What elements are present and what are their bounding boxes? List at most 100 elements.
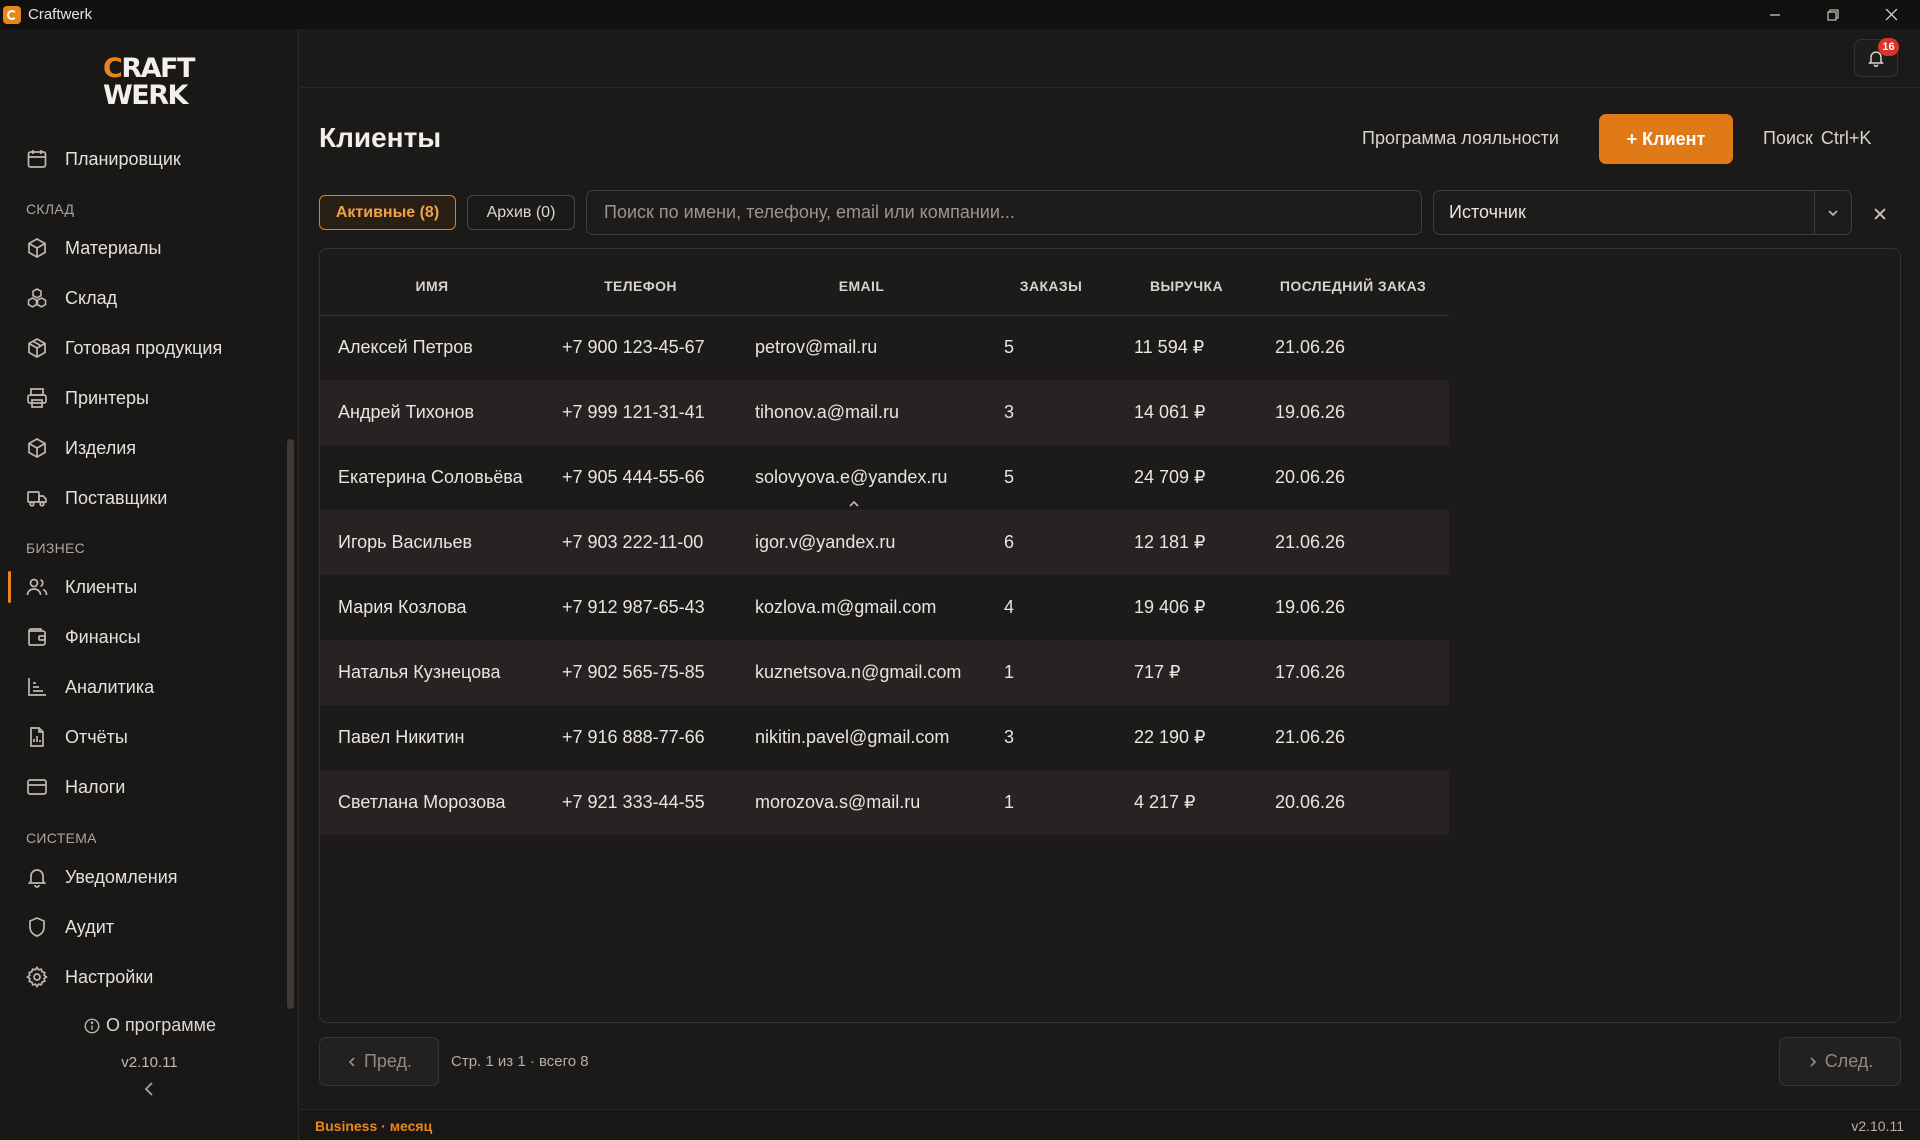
table-row[interactable]: Наталья Кузнецова +7 902 565-75-85 kuzne… [320, 640, 1449, 705]
client-search-input[interactable] [586, 190, 1422, 235]
cell-revenue: 4 217 ₽ [1116, 770, 1257, 835]
column-header-phone[interactable]: ТЕЛЕФОН [544, 249, 737, 316]
source-select-value: Источник [1449, 202, 1526, 222]
sidebar-item-products[interactable]: Изделия [8, 428, 288, 468]
column-header-email[interactable]: EMAIL [737, 249, 986, 316]
table-row[interactable]: Алексей Петров +7 900 123-45-67 petrov@m… [320, 315, 1449, 380]
cell-name: Наталья Кузнецова [320, 640, 544, 705]
cell-email: kozlova.m@gmail.com [755, 597, 937, 617]
notifications-button[interactable]: 16 [1854, 38, 1899, 77]
sidebar-item-audit[interactable]: Аудит [8, 907, 288, 947]
about-link[interactable]: О программе [0, 1015, 299, 1036]
page-title: Клиенты [319, 122, 442, 153]
source-select[interactable]: Источник [1433, 190, 1852, 235]
gear-icon [26, 966, 48, 989]
cell-phone: +7 902 565-75-85 [544, 640, 737, 705]
cell-name: Екатерина Соловьёва [338, 467, 523, 487]
sidebar-item-label: Настройки [65, 966, 154, 987]
app-icon [3, 5, 21, 24]
table-row[interactable]: Игорь Васильев +7 903 222-11-00 igor.v@y… [320, 510, 1449, 575]
table-row[interactable]: Екатерина Соловьёва +7 905 444-55-66 sol… [320, 445, 1449, 510]
section-title-warehouse: СКЛАД [26, 201, 75, 217]
sidebar-scrollbar[interactable] [287, 439, 294, 1009]
cell-name: Андрей Тихонов [320, 380, 544, 445]
sidebar-item-settings[interactable]: Настройки [8, 957, 288, 997]
cell-orders: 3 [1004, 727, 1015, 747]
cell-orders: 6 [986, 510, 1116, 575]
sidebar-item-printers[interactable]: Принтеры [8, 378, 288, 418]
sidebar-item-analytics[interactable]: Аналитика [8, 667, 288, 707]
next-page-button[interactable]: След. [1779, 1037, 1901, 1086]
sidebar-item-label: Материалы [65, 237, 162, 258]
column-header-last-order[interactable]: ПОСЛЕДНИЙ ЗАКАЗ [1257, 249, 1449, 316]
column-header-name[interactable]: ИМЯ [320, 249, 544, 316]
about-label: О программе [105, 1015, 217, 1035]
section-title-system: СИСТЕМА [26, 830, 97, 846]
window-titlebar: Craftwerk [0, 0, 1920, 29]
sidebar-item-planner[interactable]: Планировщик [8, 139, 288, 179]
close-icon [1885, 8, 1897, 21]
sidebar-item-suppliers[interactable]: Поставщики [8, 478, 288, 518]
cell-name: Мария Козлова [338, 597, 467, 617]
cell-email: kuznetsova.n@gmail.com [737, 640, 986, 705]
cube-icon [28, 438, 46, 458]
source-dropdown-toggle[interactable] [1814, 191, 1851, 234]
sidebar-item-label: Изделия [65, 437, 137, 458]
sidebar-item-label: Склад [65, 287, 118, 308]
table-row[interactable]: Мария Козлова +7 912 987-65-43 kozlova.m… [320, 575, 1449, 640]
global-search-button[interactable]: Поиск Ctrl+K [1763, 128, 1871, 149]
next-page-label: След. [1824, 1051, 1874, 1071]
chevron-left-icon [348, 1056, 355, 1067]
brand-logo[interactable]: CRAFT WERK [103, 55, 199, 111]
cell-email: tihonov.a@mail.ru [737, 380, 986, 445]
cell-name: Игорь Васильев [320, 510, 544, 575]
sidebar-item-label: Поставщики [65, 487, 168, 508]
column-header-orders[interactable]: ЗАКАЗЫ [986, 249, 1116, 316]
clients-table: ИМЯ ТЕЛЕФОН EMAIL ЗАКАЗЫ ВЫРУЧКА ПОСЛЕДН… [320, 249, 1449, 835]
cell-last-order: 17.06.26 [1257, 640, 1449, 705]
cell-email: petrov@mail.ru [755, 337, 878, 358]
chart-icon [28, 678, 46, 696]
column-header-revenue[interactable]: ВЫРУЧКА [1116, 249, 1257, 316]
section-title-business: БИЗНЕС [26, 540, 86, 556]
sidebar-version: v2.10.11 [121, 1054, 178, 1071]
collapse-sidebar-icon[interactable] [140, 1079, 160, 1099]
notifications-badge: 16 [1878, 38, 1899, 56]
sidebar-item-label: Готовая продукция [65, 337, 223, 358]
report-icon [30, 727, 44, 747]
clear-filters-icon[interactable] [1871, 205, 1889, 223]
sidebar-item-clients[interactable]: Клиенты [8, 567, 288, 607]
cell-last-order: 20.06.26 [1275, 467, 1346, 487]
add-client-button[interactable]: + Клиент [1599, 114, 1733, 164]
cell-email: igor.v@yandex.ru [737, 510, 986, 575]
tab-archive[interactable]: Архив (0) [467, 195, 575, 230]
pagination-info: Стр. 1 из 1 · всего 8 [451, 1053, 589, 1070]
restore-button[interactable] [1804, 0, 1862, 29]
sidebar-item-taxes[interactable]: Налоги [8, 767, 288, 807]
sidebar-item-warehouse[interactable]: Склад [8, 278, 288, 318]
chevron-right-icon [1810, 1056, 1816, 1067]
search-hint-label: Поиск [1763, 128, 1813, 148]
sidebar-item-label: Аналитика [65, 676, 155, 697]
minimize-button[interactable] [1746, 0, 1804, 29]
table-row[interactable]: Светлана Морозова +7 921 333-44-55 moroz… [320, 770, 1449, 835]
box-icon [28, 238, 46, 258]
tab-active-clients[interactable]: Активные (8) [319, 195, 456, 230]
sidebar-item-reports[interactable]: Отчёты [8, 717, 288, 757]
loyalty-program-link[interactable]: Программа лояльности [1362, 128, 1559, 149]
table-row[interactable]: Андрей Тихонов +7 999 121-31-41 tihonov.… [320, 380, 1449, 445]
sidebar-item-finished-goods[interactable]: Готовая продукция [8, 328, 288, 368]
cell-revenue: 717 ₽ [1116, 640, 1257, 705]
close-window-button[interactable] [1862, 0, 1920, 29]
plan-label[interactable]: Business · месяц [315, 1118, 432, 1134]
cell-orders: 5 [1004, 467, 1015, 487]
cell-last-order: 21.06.26 [1275, 337, 1346, 358]
sidebar-item-notifications[interactable]: Уведомления [8, 857, 288, 897]
prev-page-button[interactable]: Пред. [319, 1037, 439, 1086]
info-icon [84, 1018, 100, 1033]
cell-orders: 1 [986, 770, 1116, 835]
sidebar-item-label: Отчёты [65, 726, 128, 747]
sidebar-item-finance[interactable]: Финансы [8, 617, 288, 657]
sidebar-item-materials[interactable]: Материалы [8, 228, 288, 268]
table-row[interactable]: Павел Никитин +7 916 888-77-66 nikitin.p… [320, 705, 1449, 770]
